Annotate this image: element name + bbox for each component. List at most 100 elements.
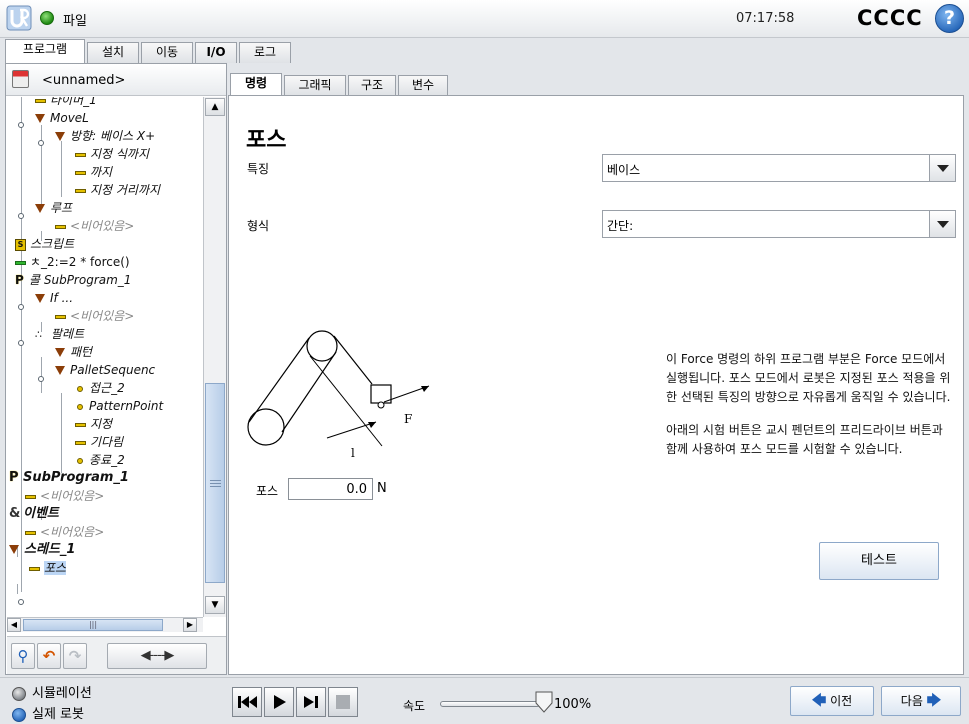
scroll-thumb[interactable]: [205, 383, 225, 583]
robot-status-icon: [40, 11, 54, 25]
tab-io[interactable]: I/O: [195, 42, 237, 63]
next-button[interactable]: 다음 🡆: [881, 686, 961, 716]
speed-value: 100%: [554, 697, 592, 712]
tab-move[interactable]: 이동: [141, 42, 193, 63]
real-robot-mode[interactable]: 실제 로봇: [12, 703, 84, 722]
collapse-triangle-icon: [55, 366, 65, 375]
subprogram-icon: P: [15, 273, 24, 287]
tree-node-empty[interactable]: <비어있음>: [25, 523, 104, 541]
tree-node-set[interactable]: 지정: [75, 415, 112, 433]
tree-node-pattern[interactable]: 패턴: [55, 343, 92, 361]
scroll-up-button[interactable]: ▲: [205, 98, 225, 116]
real-robot-radio-icon[interactable]: [12, 707, 26, 722]
tree-node-empty[interactable]: <비어있음>: [55, 217, 134, 235]
force-unit: N: [377, 481, 387, 496]
scroll-right-button[interactable]: ▶: [183, 618, 197, 632]
dash-icon: [55, 224, 66, 229]
tab-installation[interactable]: 설치: [87, 42, 139, 63]
tree-node-wait[interactable]: 기다림: [75, 433, 123, 451]
program-tree[interactable]: 타이머_1 MoveL 방향: 베이스 X+ 지정 식까지 까지 지정 거리까지…: [7, 97, 203, 617]
robot-name: CCCC: [857, 6, 923, 30]
simulation-mode[interactable]: 시뮬레이션: [12, 682, 92, 701]
tree-node-subprogram[interactable]: P SubProgram_1: [9, 469, 129, 487]
tree-node-loop[interactable]: 루프: [35, 199, 72, 217]
chevron-down-icon[interactable]: [929, 211, 955, 237]
tree-node-exit[interactable]: 종료_2: [75, 451, 125, 469]
stop-icon: [336, 695, 350, 709]
tree-node-empty[interactable]: <비어있음>: [55, 307, 134, 325]
collapse-triangle-icon: [35, 204, 45, 213]
tree-node-timer[interactable]: 타이머_1: [35, 97, 97, 109]
dash-icon: [75, 440, 86, 445]
previous-button[interactable]: 🡄 이전: [790, 686, 874, 716]
tree-node-event[interactable]: & 이벤트: [9, 505, 59, 523]
collapse-triangle-icon: [55, 132, 65, 141]
ur-logo-icon: [6, 5, 32, 31]
tree-node-assignment[interactable]: ㅊ_2:=2 * force(): [15, 253, 130, 271]
step-button[interactable]: [296, 687, 326, 717]
type-label: 형식: [247, 219, 270, 233]
tab-log[interactable]: 로그: [239, 42, 291, 63]
undo-icon[interactable]: ↶: [37, 643, 61, 669]
play-button[interactable]: [264, 687, 294, 717]
tree-node-empty[interactable]: <비어있음>: [25, 487, 104, 505]
real-robot-label: 실제 로봇: [32, 707, 84, 722]
hscroll-thumb[interactable]: |||: [23, 619, 163, 631]
step-icon: [304, 696, 318, 708]
feature-dropdown[interactable]: 베이스: [602, 154, 956, 182]
tree-node-until-expression[interactable]: 지정 식까지: [75, 145, 149, 163]
tab-program[interactable]: 프로그램: [5, 39, 85, 64]
program-tree-panel: <unnamed> 타이머_1 MoveL 방향: 베이스 X+ 지정 식까지 …: [5, 63, 227, 675]
chevron-down-icon[interactable]: [929, 155, 955, 181]
dash-icon: [75, 170, 86, 175]
type-dropdown[interactable]: 간단:: [602, 210, 956, 238]
simulation-radio-icon[interactable]: [12, 686, 26, 701]
tree-node-call[interactable]: P콜 SubProgram_1: [15, 271, 131, 289]
tree-node-if[interactable]: If ...: [35, 289, 73, 307]
tree-node-direction[interactable]: 방향: 베이스 X+: [55, 127, 155, 145]
test-button[interactable]: 테스트: [819, 542, 939, 580]
collapse-triangle-icon: [9, 545, 19, 554]
move-node-arrows-icon[interactable]: ◀----▶: [107, 643, 207, 669]
help-icon[interactable]: ?: [935, 4, 964, 33]
tree-node-script[interactable]: S 스크립트: [15, 235, 74, 253]
collapse-triangle-icon: [55, 348, 65, 357]
search-icon[interactable]: ⚲: [11, 643, 35, 669]
tree-node-force[interactable]: 포스: [29, 559, 67, 577]
speed-slider[interactable]: [440, 701, 540, 707]
tree-node-until[interactable]: 까지: [75, 163, 112, 181]
speed-slider-handle[interactable]: [535, 691, 553, 713]
save-icon[interactable]: [12, 70, 29, 88]
type-value: 간단:: [607, 219, 634, 233]
tree-node-movel[interactable]: MoveL: [35, 109, 89, 127]
collapse-triangle-icon: [35, 294, 45, 303]
file-menu[interactable]: 파일: [63, 10, 87, 29]
rewind-icon: [238, 696, 257, 708]
description-test: 아래의 시험 버튼은 교시 펜던트의 프리드라이브 버튼과 함께 사용하여 포스…: [666, 423, 943, 456]
command-content: 포스 특징 베이스 형식 간단: F l 포스 0.0 N 이 Force 명령…: [228, 95, 964, 675]
scroll-left-button[interactable]: ◀: [7, 618, 21, 632]
tree-horizontal-scrollbar[interactable]: ◀ ||| ▶: [7, 617, 203, 632]
rewind-button[interactable]: [232, 687, 262, 717]
tree-node-pallet-sequence[interactable]: PalletSequenc: [55, 361, 155, 379]
tree-node-pattern-point[interactable]: PatternPoint: [75, 397, 163, 415]
waypoint-icon: [77, 403, 83, 410]
tree-node-approach[interactable]: 접근_2: [75, 379, 125, 397]
tab-command[interactable]: 명령: [230, 73, 282, 96]
tab-structure[interactable]: 구조: [348, 75, 396, 95]
tab-variables[interactable]: 변수: [398, 75, 448, 95]
scroll-down-button[interactable]: ▼: [205, 596, 225, 614]
page-title: 포스: [246, 128, 287, 153]
script-icon: S: [15, 238, 26, 251]
tree-node-thread[interactable]: 스레드_1: [9, 541, 75, 559]
force-diagram: F l: [247, 330, 430, 460]
force-input[interactable]: 0.0: [288, 478, 373, 500]
tree-vertical-scrollbar[interactable]: ▲ ▼: [203, 97, 226, 617]
tree-node-until-distance[interactable]: 지정 거리까지: [75, 181, 160, 199]
main-tabs: 프로그램 설치 이동 I/O 로그: [0, 39, 969, 64]
stop-button[interactable]: [328, 687, 358, 717]
redo-icon[interactable]: ↷: [63, 643, 87, 669]
tab-graphics[interactable]: 그래픽: [284, 75, 346, 95]
tree-node-pallet[interactable]: ∴ 팔레트: [35, 325, 84, 343]
diagram-label-f: F: [404, 412, 412, 426]
